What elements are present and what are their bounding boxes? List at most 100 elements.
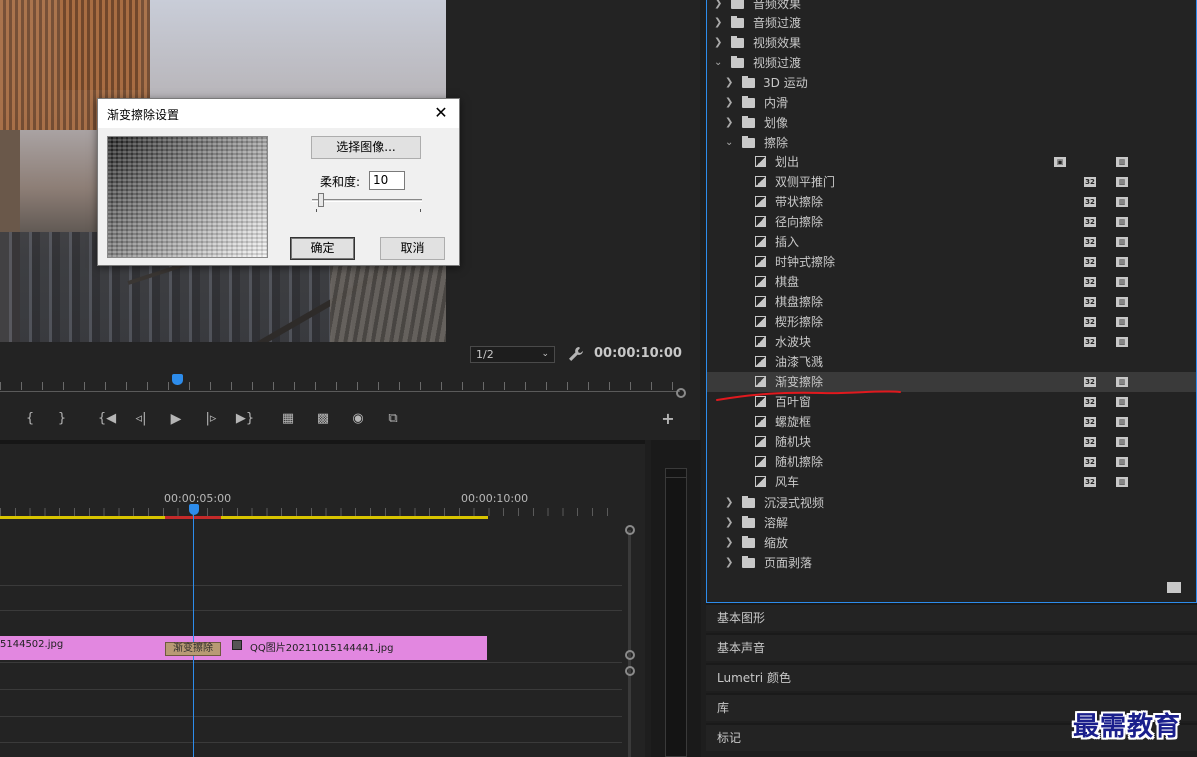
folder-iris[interactable]: ❯ 划像: [707, 113, 1196, 133]
folder-dissolve[interactable]: ❯ 溶解: [707, 513, 1196, 533]
folder-label: 页面剥落: [764, 556, 813, 570]
ruler-ticks: [0, 382, 680, 390]
dialog-titlebar[interactable]: 渐变擦除设置 ✕: [98, 99, 459, 128]
effect-label: 带状擦除: [775, 195, 824, 209]
folder-immersive-video[interactable]: ❯ 沉浸式视频: [707, 493, 1196, 513]
folder-video-transitions[interactable]: ⌄ 视频过渡: [707, 53, 1196, 73]
32bit-badge-icon: 32: [1084, 457, 1096, 467]
mark-out-icon[interactable]: }: [51, 409, 73, 429]
add-button-icon[interactable]: +: [657, 409, 679, 429]
folder-label: 音频效果: [753, 0, 802, 11]
mark-in-icon[interactable]: {: [19, 409, 41, 429]
folder-audio-transitions[interactable]: ❯ 音频过渡: [707, 13, 1196, 33]
effect-item[interactable]: 带状擦除 32 ▥: [707, 192, 1196, 212]
play-icon[interactable]: ▶: [165, 409, 187, 429]
folder-video-effects[interactable]: ❯ 视频效果: [707, 33, 1196, 53]
scroll-handle-top[interactable]: [625, 525, 635, 535]
go-to-out-icon[interactable]: ▶}: [234, 409, 256, 429]
transition-clip[interactable]: 渐变擦除: [165, 642, 221, 656]
folder-3d-motion[interactable]: ❯ 3D 运动: [707, 73, 1196, 93]
step-forward-icon[interactable]: |▹: [200, 409, 222, 429]
ok-button[interactable]: 确定: [290, 237, 355, 260]
fx-badge-icon: [232, 640, 242, 650]
effect-item[interactable]: 螺旋框 32 ▥: [707, 412, 1196, 432]
panel-lumetri-color[interactable]: Lumetri 颜色: [706, 663, 1197, 691]
audio-meter: [651, 440, 701, 757]
extract-icon[interactable]: ▩: [312, 409, 334, 429]
compare-view-icon[interactable]: ⧉: [382, 409, 404, 429]
go-to-in-icon[interactable]: {◀: [96, 409, 118, 429]
gradient-preview: [107, 136, 268, 258]
yuv-badge-icon: ▥: [1116, 157, 1128, 167]
video-clip-b[interactable]: QQ图片20211015144441.jpg: [194, 636, 487, 660]
yuv-badge-icon: ▥: [1116, 437, 1128, 447]
effect-item[interactable]: 径向擦除 32 ▥: [707, 212, 1196, 232]
effect-item[interactable]: 棋盘 32 ▥: [707, 272, 1196, 292]
folder-wipe[interactable]: ⌄ 擦除: [707, 133, 1196, 153]
folder-label: 擦除: [764, 136, 789, 150]
effect-item[interactable]: 双侧平推门 32 ▥: [707, 172, 1196, 192]
monitor-zoom-handle[interactable]: [676, 388, 686, 398]
softness-slider-track[interactable]: [312, 199, 422, 202]
close-icon[interactable]: ✕: [431, 103, 451, 123]
transition-icon: [755, 476, 766, 487]
effect-label: 双侧平推门: [775, 175, 836, 189]
32bit-badge-icon: 32: [1084, 317, 1096, 327]
transition-icon: [755, 216, 766, 227]
new-bin-icon[interactable]: [1167, 582, 1181, 593]
zoom-dropdown[interactable]: 1/2 ⌄: [470, 346, 555, 363]
lift-icon[interactable]: ▦: [277, 409, 299, 429]
timeline-playhead[interactable]: [189, 504, 199, 515]
effect-item[interactable]: 时钟式擦除 32 ▥: [707, 252, 1196, 272]
track-divider: [0, 742, 622, 743]
transition-icon: [755, 436, 766, 447]
panel-essential-sound[interactable]: 基本声音: [706, 633, 1197, 661]
effect-item[interactable]: 插入 32 ▥: [707, 232, 1196, 252]
panel-essential-graphics[interactable]: 基本图形: [706, 603, 1197, 631]
monitor-playhead[interactable]: [172, 374, 183, 385]
effect-item[interactable]: 水波块 32 ▥: [707, 332, 1196, 352]
32bit-badge-icon: 32: [1084, 177, 1096, 187]
effect-item[interactable]: 划出 ▣ ▥: [707, 152, 1196, 172]
timeline-scrollbar[interactable]: [628, 530, 631, 757]
transition-icon: [755, 356, 766, 367]
32bit-badge-icon: 32: [1084, 337, 1096, 347]
track-divider: [0, 716, 622, 717]
effect-item[interactable]: 随机块 32 ▥: [707, 432, 1196, 452]
effect-item[interactable]: 风车 32 ▥: [707, 472, 1196, 492]
folder-audio-effects[interactable]: ❯ 音频效果: [707, 0, 1196, 14]
effect-item[interactable]: 楔形擦除 32 ▥: [707, 312, 1196, 332]
timeline-tc-label: 00:00:10:00: [461, 492, 529, 505]
wrench-icon[interactable]: [568, 346, 584, 362]
folder-slide[interactable]: ❯ 内滑: [707, 93, 1196, 113]
softness-slider-thumb[interactable]: [318, 193, 324, 207]
effect-label: 棋盘: [775, 275, 800, 289]
folder-page-peel[interactable]: ❯ 页面剥落: [707, 553, 1196, 573]
yuv-badge-icon: ▥: [1116, 197, 1128, 207]
softness-input[interactable]: 10: [369, 171, 405, 190]
chevron-right-icon: ❯: [725, 77, 734, 88]
monitor-time-ruler[interactable]: [0, 372, 690, 402]
effect-item[interactable]: 随机擦除 32 ▥: [707, 452, 1196, 472]
32bit-badge-icon: 32: [1084, 197, 1096, 207]
chevron-right-icon: ❯: [725, 117, 734, 128]
effect-label: 油漆飞溅: [775, 355, 824, 369]
scroll-handle-bottom[interactable]: [625, 666, 635, 676]
chevron-right-icon: ❯: [714, 37, 723, 48]
step-back-icon[interactable]: ◃|: [130, 409, 152, 429]
chevron-down-icon: ⌄: [541, 349, 549, 359]
camera-icon[interactable]: ◉: [347, 409, 369, 429]
choose-image-button[interactable]: 选择图像...: [311, 136, 421, 159]
folder-label: 沉浸式视频: [764, 496, 825, 510]
effect-item[interactable]: 棋盘擦除 32 ▥: [707, 292, 1196, 312]
effect-label: 螺旋框: [775, 415, 812, 429]
folder-zoom[interactable]: ❯ 缩放: [707, 533, 1196, 553]
scroll-handle-mid[interactable]: [625, 650, 635, 660]
cancel-button[interactable]: 取消: [380, 237, 445, 260]
transition-icon: [755, 276, 766, 287]
effect-label: 棋盘擦除: [775, 295, 824, 309]
folder-icon: [731, 16, 744, 28]
folder-label: 视频过渡: [753, 56, 802, 70]
effect-item[interactable]: 油漆飞溅: [707, 352, 1196, 372]
work-area-bar[interactable]: [0, 516, 488, 519]
